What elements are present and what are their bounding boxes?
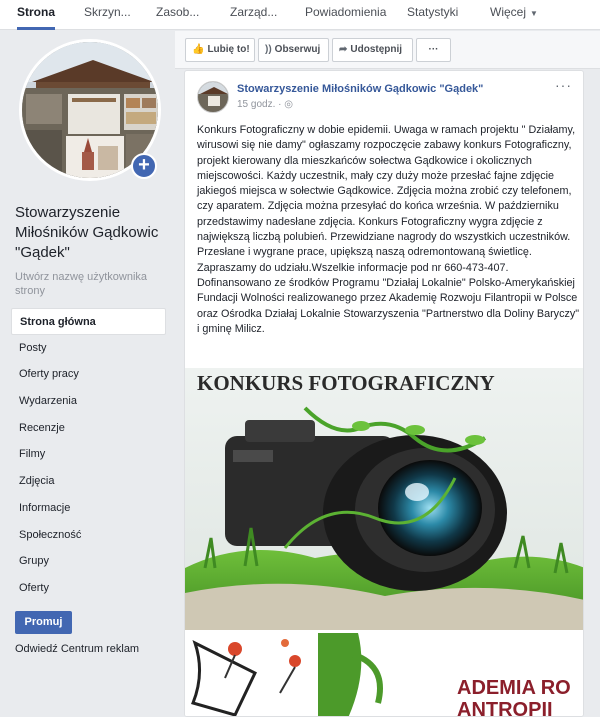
tab-wiecej-label: Więcej [490, 5, 527, 19]
plus-icon: + [138, 154, 150, 176]
post-time-label: 15 godz. [237, 99, 276, 110]
author-avatar-image [198, 82, 228, 112]
share-label: Udostępnij [350, 44, 403, 55]
contest-poster-image: KONKURS FOTOGRAFICZNY [185, 368, 583, 630]
post-thumbnails: ADEMIA RO ANTROPII [185, 633, 583, 717]
nav-oferty[interactable]: Oferty [11, 575, 166, 602]
nav-zdjecia[interactable]: Zdjęcia [11, 468, 166, 495]
like-page-button[interactable]: 👍 Lubię to! [185, 38, 255, 62]
tab-powiadomienia[interactable]: Powiadomienia [305, 0, 386, 30]
tab-skrzynka[interactable]: Skrzyn... [84, 0, 131, 30]
left-column: + Stowarzyszenie Miłośników Gądkowic "Gą… [0, 31, 175, 717]
ads-center-link[interactable]: Odwiedź Centrum reklam [15, 643, 139, 655]
page-tabs-bar: Strona Skrzyn... Zasob... Zarząd... Powi… [0, 0, 600, 30]
post-card: Stowarzyszenie Miłośników Gądkowic "Gąde… [184, 70, 584, 717]
academy-logo-text: ADEMIA RO ANTROPII [457, 677, 571, 717]
like-page-label: Lubię to! [207, 44, 250, 55]
nav-wydarzenia[interactable]: Wydarzenia [11, 388, 166, 415]
tab-zarzadzanie[interactable]: Zarząd... [230, 0, 277, 30]
share-button[interactable]: ➦ Udostępnij [332, 38, 413, 62]
post-author-name[interactable]: Stowarzyszenie Miłośników Gądkowic "Gąde… [237, 83, 483, 95]
page-nav: Strona główna Posty Oferty pracy Wydarze… [11, 308, 166, 602]
thumbnail-1[interactable] [185, 633, 318, 716]
more-actions-button[interactable]: ··· [416, 38, 451, 62]
post-author-avatar[interactable] [197, 81, 229, 113]
tab-wiecej[interactable]: Więcej ▼ [490, 0, 538, 30]
post-options-button[interactable]: ··· [555, 77, 572, 93]
nav-recenzje[interactable]: Recenzje [11, 415, 166, 442]
create-username-link[interactable]: Utwórz nazwę użytkownika strony [15, 270, 165, 298]
nav-informacje[interactable]: Informacje [11, 495, 166, 522]
follow-label: Obserwuj [274, 44, 321, 55]
rss-icon: )) [265, 44, 272, 55]
page-action-bar: 👍 Lubię to! )) Obserwuj ➦ Udostępnij ··· [175, 31, 600, 69]
nav-oferty-pracy[interactable]: Oferty pracy [11, 361, 166, 388]
thumbnail-2[interactable] [318, 633, 451, 716]
tab-strona[interactable]: Strona [17, 0, 56, 30]
share-arrow-icon: ➦ [339, 44, 348, 55]
page-name: Stowarzyszenie Miłośników Gądkowic "Gąde… [15, 204, 159, 261]
poster-title-text: KONKURS FOTOGRAFICZNY [197, 371, 495, 395]
flower-drawing-image [185, 633, 315, 716]
thumbs-up-icon: 👍 [192, 44, 205, 55]
follow-button[interactable]: )) Obserwuj [258, 38, 329, 62]
green-logo-image [318, 633, 448, 716]
nav-grupy[interactable]: Grupy [11, 548, 166, 575]
post-main-image[interactable]: KONKURS FOTOGRAFICZNY [185, 368, 583, 630]
promote-button[interactable]: Promuj [15, 611, 72, 634]
post-body-text: Konkurs Fotograficzny w dobie epidemii. … [197, 124, 580, 335]
nav-filmy[interactable]: Filmy [11, 441, 166, 468]
tab-zasoby[interactable]: Zasob... [156, 0, 199, 30]
globe-icon: ◎ [284, 99, 293, 110]
post-timestamp[interactable]: 15 godz. · ◎ [237, 99, 293, 110]
caret-down-icon: ▼ [530, 9, 538, 18]
nav-strona-glowna[interactable]: Strona główna [11, 308, 166, 335]
tab-statystyki[interactable]: Statystyki [407, 0, 458, 30]
academy-text-line-1: ADEMIA RO [457, 677, 571, 699]
academy-text-line-2: ANTROPII [457, 699, 553, 717]
add-photo-button[interactable]: + [131, 153, 157, 179]
nav-posty[interactable]: Posty [11, 335, 166, 362]
thumbnail-3[interactable]: ADEMIA RO ANTROPII [451, 633, 583, 717]
nav-spolecznosc[interactable]: Społeczność [11, 522, 166, 549]
